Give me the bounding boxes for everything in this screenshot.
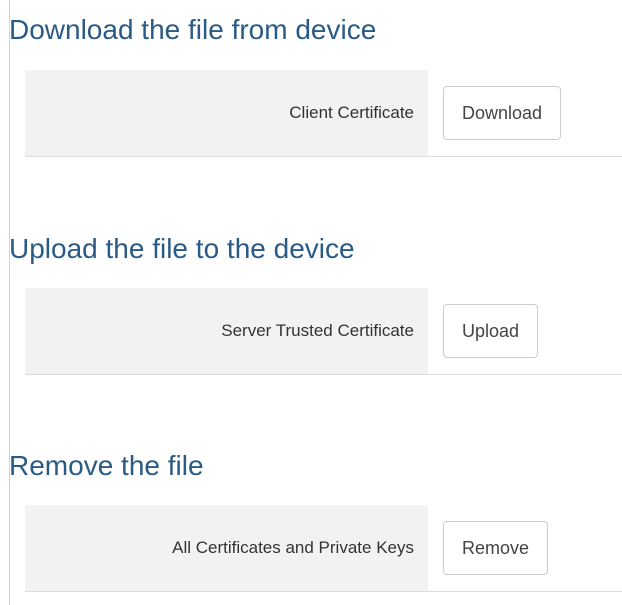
server-trusted-certificate-label: Server Trusted Certificate bbox=[25, 288, 428, 374]
server-trusted-certificate-row: Server Trusted Certificate Upload bbox=[25, 288, 622, 375]
client-certificate-label: Client Certificate bbox=[25, 70, 428, 156]
remove-section-title: Remove the file bbox=[9, 450, 204, 481]
all-certificates-keys-label: All Certificates and Private Keys bbox=[25, 505, 428, 591]
remove-button[interactable]: Remove bbox=[443, 521, 549, 575]
content-left-border bbox=[9, 0, 10, 605]
all-certificates-keys-row: All Certificates and Private Keys Remove bbox=[25, 505, 622, 592]
upload-section-title: Upload the file to the device bbox=[9, 233, 355, 264]
download-section-title: Download the file from device bbox=[9, 14, 377, 45]
download-button[interactable]: Download bbox=[443, 86, 562, 140]
client-certificate-row: Client Certificate Download bbox=[25, 70, 622, 157]
upload-button[interactable]: Upload bbox=[443, 304, 539, 358]
